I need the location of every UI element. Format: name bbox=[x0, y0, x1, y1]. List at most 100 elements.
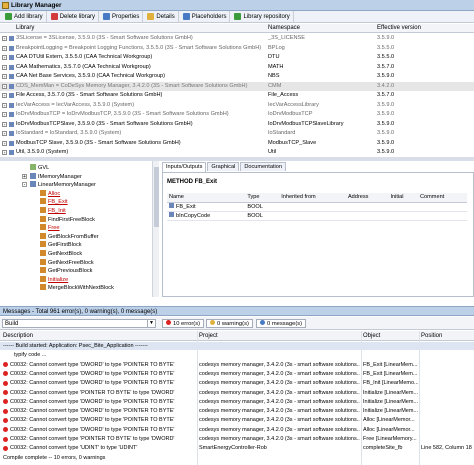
library-row[interactable]: + BreakpointLogging = Breakpoint Logging … bbox=[0, 44, 474, 53]
expand-icon[interactable]: + bbox=[2, 140, 7, 146]
messages-titlebar: Messages - Total 961 error(s), 0 warning… bbox=[0, 306, 474, 316]
expand-icon[interactable]: + bbox=[2, 55, 7, 60]
tree-item[interactable]: Alloc bbox=[40, 189, 60, 198]
expand-icon[interactable]: + bbox=[2, 121, 7, 127]
column-effective-version[interactable]: Effective version bbox=[377, 25, 421, 31]
tree-item[interactable]: Free bbox=[40, 224, 60, 232]
message-row[interactable]: C0032: Cannot convert type 'DWORD' to ty… bbox=[0, 416, 474, 424]
tab-inputs-outputs[interactable]: Inputs/Outputs bbox=[162, 162, 207, 172]
expand-icon[interactable]: + bbox=[2, 150, 7, 155]
toolbar-button-0[interactable]: Add library bbox=[2, 11, 47, 22]
message-row[interactable]: C0032: Cannot convert type 'DWORD' to ty… bbox=[0, 426, 474, 434]
param-name-cell: FB_Exit bbox=[167, 202, 246, 212]
library-row[interactable]: + CAA Mathematics, 3.5.7.0 (CAA Technical… bbox=[0, 63, 474, 72]
library-row[interactable]: + ModbusTCP Slave, 3.5.9.0 (3S - Smart So… bbox=[0, 139, 474, 148]
param-column-header[interactable]: Name bbox=[167, 193, 246, 203]
expand-icon[interactable]: + bbox=[2, 36, 7, 41]
library-row[interactable]: + CAA Net Base Services, 3.5.9.0 (CAA Tec… bbox=[0, 72, 474, 81]
library-row[interactable]: + CAA DTUtil Extern, 3.5.5.0 (CAA Technic… bbox=[0, 53, 474, 62]
expand-icon[interactable]: + bbox=[2, 93, 7, 98]
column-namespace[interactable]: Namespace bbox=[268, 25, 300, 31]
param-column-header[interactable]: Initial bbox=[388, 193, 418, 203]
column-library[interactable]: Library bbox=[16, 25, 34, 31]
library-row[interactable]: + File Access, 3.5.7.0 (3S - Smart Softwa… bbox=[0, 91, 474, 100]
expand-icon[interactable]: + bbox=[22, 173, 27, 179]
column-description[interactable]: Description bbox=[3, 333, 33, 339]
library-version: 3.5.7.0 bbox=[377, 63, 395, 70]
tab-documentation[interactable]: Documentation bbox=[240, 162, 286, 171]
library-icon bbox=[9, 36, 14, 41]
message-row[interactable]: C0032: Cannot convert type 'DWORD' to ty… bbox=[0, 361, 474, 369]
expand-icon[interactable]: + bbox=[2, 112, 7, 117]
message-row[interactable]: C0032: Cannot convert type 'DWORD' to ty… bbox=[0, 398, 474, 406]
message-description: C0032: Cannot convert type 'DWORD' to ty… bbox=[10, 398, 175, 405]
library-manager-icon bbox=[2, 2, 9, 9]
scrollbar-thumb[interactable] bbox=[154, 167, 159, 227]
tree-item[interactable]: GetNextBlock bbox=[40, 250, 82, 258]
tree-item[interactable]: GetBlockFromBuffer bbox=[40, 232, 99, 241]
toolbar-label: Properties bbox=[112, 13, 140, 20]
param-row[interactable]: bInCopyCode BOOL bbox=[167, 211, 467, 221]
errors-filter-button[interactable]: 10 error(s) bbox=[162, 319, 205, 328]
library-name: IoDrvModbusTCP = IoDrvModbusTCP, 3.5.9.0… bbox=[16, 111, 229, 117]
message-row[interactable]: C0032: Cannot convert type 'UDINT' to ty… bbox=[0, 444, 474, 452]
expand-icon[interactable]: + bbox=[2, 102, 7, 108]
tree-item[interactable]: FindFirstFreeBlock bbox=[40, 215, 95, 224]
expand-icon[interactable]: + bbox=[2, 131, 7, 136]
library-row[interactable]: + Util, 3.5.9.0 (System) Util 3.5.9.0 bbox=[0, 148, 474, 157]
param-column-header[interactable]: Type bbox=[245, 193, 280, 203]
message-row[interactable]: typify code ... bbox=[0, 351, 474, 359]
param-type: BOOL bbox=[245, 211, 280, 221]
toolbar-button-5[interactable]: Library repository bbox=[231, 11, 294, 22]
toolbar-button-4[interactable]: Placeholders bbox=[180, 11, 231, 22]
tree-item[interactable]: MergeBlockWithNextBlock bbox=[40, 284, 114, 292]
error-icon bbox=[3, 362, 8, 368]
param-row[interactable]: FB_Exit BOOL bbox=[167, 202, 467, 212]
column-project[interactable]: Project bbox=[199, 333, 218, 339]
column-position[interactable]: Position bbox=[421, 333, 442, 339]
tree-item[interactable]: - LinearMemoryManager bbox=[22, 181, 96, 189]
library-name: CAA Net Base Services, 3.5.9.0 (CAA Tech… bbox=[16, 73, 166, 79]
messages-filter-button[interactable]: 0 message(s) bbox=[256, 319, 307, 328]
library-row[interactable]: +3SLicense = 3SLicense, 3.5.9.0 (3S - Sm… bbox=[0, 34, 474, 43]
param-column-header[interactable]: Comment bbox=[418, 193, 467, 203]
tree-item[interactable]: FB_Init bbox=[40, 207, 66, 215]
toolbar-button-2[interactable]: Properties bbox=[100, 11, 144, 22]
tree-item[interactable]: GetFirstBlock bbox=[40, 241, 82, 249]
library-row[interactable]: + IecVarAccess = IecVarAccess, 3.5.9.0 (S… bbox=[0, 101, 474, 110]
message-row[interactable]: C0032: Cannot convert type 'POINTER TO B… bbox=[0, 435, 474, 443]
expand-icon[interactable]: + bbox=[2, 74, 7, 79]
library-row[interactable]: + CDS_MemMan = CoDeSys Memory Manager, 3.… bbox=[0, 81, 474, 91]
message-category-select[interactable]: Build ▼ bbox=[2, 319, 156, 328]
toolbar-button-1[interactable]: Delete library bbox=[48, 11, 100, 22]
tree-item[interactable]: FB_Exit bbox=[40, 198, 68, 206]
chevron-down-icon[interactable]: ▼ bbox=[147, 320, 155, 327]
tree-item[interactable]: + IMemoryManager bbox=[22, 172, 82, 181]
message-row[interactable]: C0032: Cannot convert type 'DWORD' to ty… bbox=[0, 379, 474, 387]
warnings-filter-button[interactable]: 0 warning(s) bbox=[206, 319, 253, 328]
message-row[interactable]: C0032: Cannot convert type 'POINTER TO B… bbox=[0, 389, 474, 397]
tree-item[interactable]: GVL bbox=[30, 164, 49, 172]
tree-item[interactable]: Initialize bbox=[40, 275, 68, 284]
message-row[interactable]: ------ Build started: Application: Psec_… bbox=[0, 342, 474, 350]
message-row[interactable]: C0032: Cannot convert type 'DWORD' to ty… bbox=[0, 370, 474, 378]
expand-icon[interactable]: + bbox=[2, 64, 7, 70]
tab-graphical[interactable]: Graphical bbox=[207, 162, 240, 171]
library-row[interactable]: + IoDrvModbusTCP = IoDrvModbusTCP, 3.5.9.… bbox=[0, 110, 474, 119]
expand-icon[interactable]: + bbox=[2, 83, 7, 89]
method-icon bbox=[40, 215, 46, 222]
method-icon bbox=[40, 275, 46, 282]
message-row[interactable]: Compile complete -- 10 errors, 0 warning… bbox=[0, 454, 474, 462]
param-column-header[interactable]: Inherited from bbox=[279, 193, 346, 203]
param-column-header[interactable]: Address bbox=[345, 193, 389, 203]
tree-scrollbar[interactable] bbox=[152, 161, 159, 297]
tree-item[interactable]: GetNextFreeBlock bbox=[40, 258, 94, 267]
toolbar-button-3[interactable]: Details bbox=[144, 11, 179, 22]
column-object[interactable]: Object bbox=[363, 333, 380, 339]
collapse-icon[interactable]: - bbox=[22, 182, 27, 188]
expand-icon[interactable]: + bbox=[2, 45, 7, 51]
message-row[interactable]: C0032: Cannot convert type 'DWORD' to ty… bbox=[0, 407, 474, 415]
library-row[interactable]: + IoStandard = IoStandard, 3.5.9.0 (Syste… bbox=[0, 129, 474, 138]
tree-item[interactable]: GetPreviousBlock bbox=[40, 267, 92, 275]
library-row[interactable]: + IoDrvModbusTCPSlave, 3.5.9.0 (3S - Smar… bbox=[0, 120, 474, 129]
